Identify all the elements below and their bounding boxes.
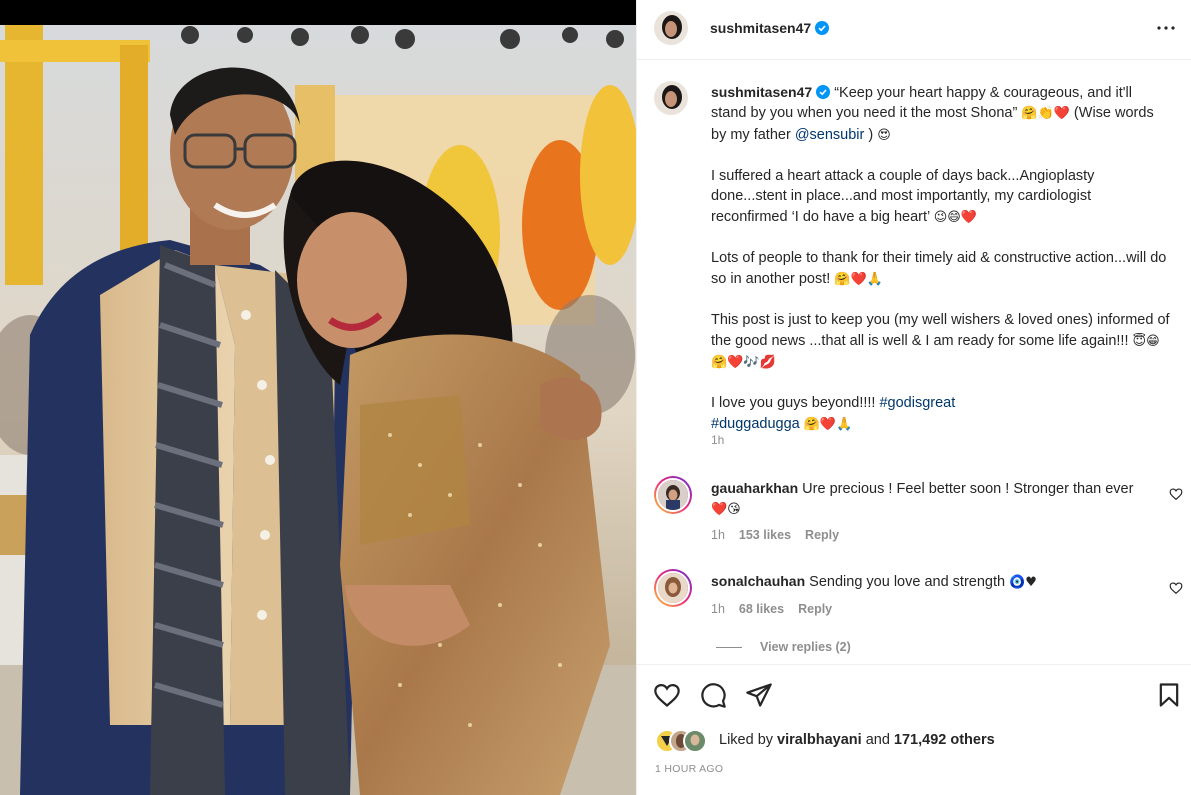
hashtag-link[interactable]: #duggadugga	[711, 416, 800, 432]
caption-emoji: 😉😄❤️	[933, 209, 978, 225]
caption-emoji: 🤗👏❤️	[1021, 106, 1070, 122]
comment-likes[interactable]: 68 likes	[739, 602, 784, 616]
post-photo[interactable]	[0, 25, 636, 795]
view-replies-label[interactable]: View replies (2)	[760, 640, 851, 654]
comment-timestamp[interactable]: 1h	[711, 528, 725, 542]
liked-by-and: and	[861, 732, 894, 748]
likes-text: Liked by viralbhayani and 171,492 others	[719, 732, 995, 748]
caption-emoji: 😍	[877, 127, 891, 143]
post-timestamp[interactable]: 1 HOUR AGO	[655, 763, 723, 775]
commenter-username[interactable]: gauaharkhan	[711, 480, 798, 496]
comment-emoji: ❤️😘	[711, 502, 741, 517]
post-actions: Liked by viralbhayani and 171,492 others…	[637, 664, 1191, 795]
caption-paragraph: Lots of people to thank for their timely…	[711, 250, 1167, 287]
reply-button[interactable]: Reply	[805, 528, 839, 542]
caption-paragraph: This post is just to keep you (my well w…	[711, 312, 1170, 349]
caption-emoji: 🤗❤️🙏	[834, 271, 883, 287]
post-header: sushmitasen47	[637, 0, 1191, 60]
liker-avatars	[655, 729, 717, 753]
caption-close-paren: )	[864, 126, 874, 143]
caption-author-avatar[interactable]	[654, 81, 688, 115]
more-horizontal-icon[interactable]	[1154, 16, 1178, 40]
comment-text: sonalchauhan Sending you love and streng…	[711, 571, 1151, 593]
commenter-avatar[interactable]	[654, 569, 692, 607]
comment-timestamp[interactable]: 1h	[711, 602, 725, 616]
post-details-panel: sushmitasen47 sushmitasen47 “Keep your h…	[636, 0, 1191, 795]
verified-badge-icon	[816, 85, 831, 99]
view-replies-button[interactable]: View replies (2)	[716, 640, 851, 654]
bookmark-icon[interactable]	[1155, 681, 1183, 709]
comment-text: gauaharkhan Ure precious ! Feel better s…	[711, 478, 1151, 520]
author-avatar[interactable]	[654, 11, 688, 45]
replies-divider	[716, 647, 742, 649]
heart-icon[interactable]	[653, 681, 681, 709]
comment-like-heart-icon[interactable]	[1169, 581, 1183, 595]
comments-section[interactable]: sushmitasen47 “Keep your heart happy & c…	[637, 61, 1191, 664]
verified-badge-icon	[815, 21, 830, 35]
comment-emoji: 🧿♥	[1009, 575, 1037, 590]
comment-icon[interactable]	[699, 681, 727, 709]
post-viewer: sushmitasen47 sushmitasen47 “Keep your h…	[0, 0, 1191, 795]
comment-meta: 1h 68 likes Reply	[711, 602, 846, 616]
likes-count[interactable]: 171,492 others	[894, 732, 995, 748]
comment-body: Ure precious ! Feel better soon ! Strong…	[802, 481, 1134, 497]
caption-timestamp[interactable]: 1h	[711, 433, 724, 447]
liked-by-user[interactable]: viralbhayani	[777, 732, 862, 748]
author-username-link[interactable]: sushmitasen47	[710, 20, 830, 36]
caption-emoji: 🤗❤️🙏	[803, 416, 853, 432]
caption-paragraph: I suffered a heart attack a couple of da…	[711, 168, 1095, 225]
comment-like-heart-icon[interactable]	[1169, 487, 1183, 501]
comment-body: Sending you love and strength	[809, 574, 1006, 590]
comment-meta: 1h 153 likes Reply	[711, 528, 853, 542]
commenter-avatar[interactable]	[654, 476, 692, 514]
reply-button[interactable]: Reply	[798, 602, 832, 616]
comment-likes[interactable]: 153 likes	[739, 528, 791, 542]
liker-avatar[interactable]	[683, 729, 707, 753]
liked-by-prefix: Liked by	[719, 732, 778, 748]
caption-username[interactable]: sushmitasen47	[711, 84, 812, 100]
caption-paragraph: I love you guys beyond!!!!	[711, 395, 880, 412]
hashtag-link[interactable]: #godisgreat	[879, 395, 955, 411]
caption-text: sushmitasen47 “Keep your heart happy & c…	[711, 82, 1171, 435]
mention-link[interactable]: @sensubir	[795, 127, 865, 143]
author-username[interactable]: sushmitasen47	[710, 20, 811, 36]
share-icon[interactable]	[745, 681, 773, 709]
commenter-username[interactable]: sonalchauhan	[711, 573, 805, 589]
